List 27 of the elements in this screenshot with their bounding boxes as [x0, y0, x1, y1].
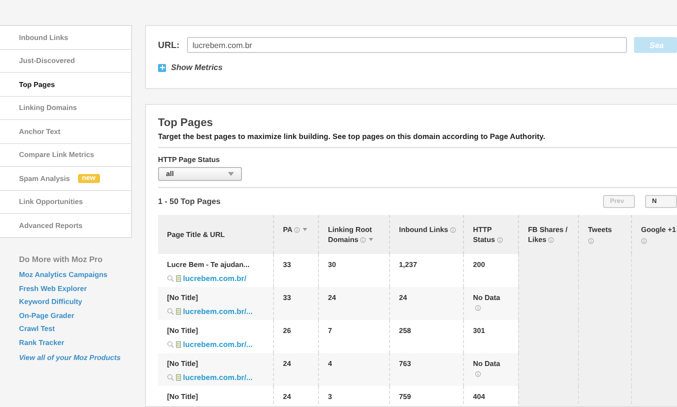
search-icon[interactable]	[167, 275, 174, 282]
results-count: 1 - 50 Top Pages	[158, 197, 221, 206]
sort-arrow-icon[interactable]	[302, 227, 308, 232]
panel-title: Top Pages	[158, 117, 214, 129]
info-icon[interactable]	[588, 238, 594, 244]
info-icon[interactable]	[496, 237, 503, 244]
page-icon[interactable]	[176, 341, 181, 348]
caret-icon	[228, 172, 234, 176]
section-heading: Do More with Moz Pro	[19, 254, 104, 264]
page-icon[interactable]	[176, 275, 181, 282]
info-icon[interactable]	[360, 237, 366, 244]
info-icon[interactable]	[450, 227, 456, 234]
show-metrics-link[interactable]: Show Metrics	[171, 63, 223, 72]
url-field[interactable]: lucrebem.com.br	[186, 37, 626, 53]
url-label: URL:	[158, 40, 180, 50]
info-icon[interactable]	[548, 237, 554, 244]
info-icon[interactable]	[475, 305, 481, 312]
sort-arrow-icon[interactable]	[368, 237, 374, 242]
info-icon[interactable]	[475, 371, 481, 378]
expand-icon[interactable]	[158, 64, 166, 72]
page-icon[interactable]	[176, 308, 181, 315]
page-icon[interactable]	[176, 374, 181, 381]
info-icon[interactable]	[641, 238, 647, 244]
search-icon[interactable]	[167, 308, 174, 315]
search-icon[interactable]	[167, 374, 174, 381]
search-icon[interactable]	[167, 341, 174, 348]
info-icon[interactable]	[294, 227, 300, 234]
